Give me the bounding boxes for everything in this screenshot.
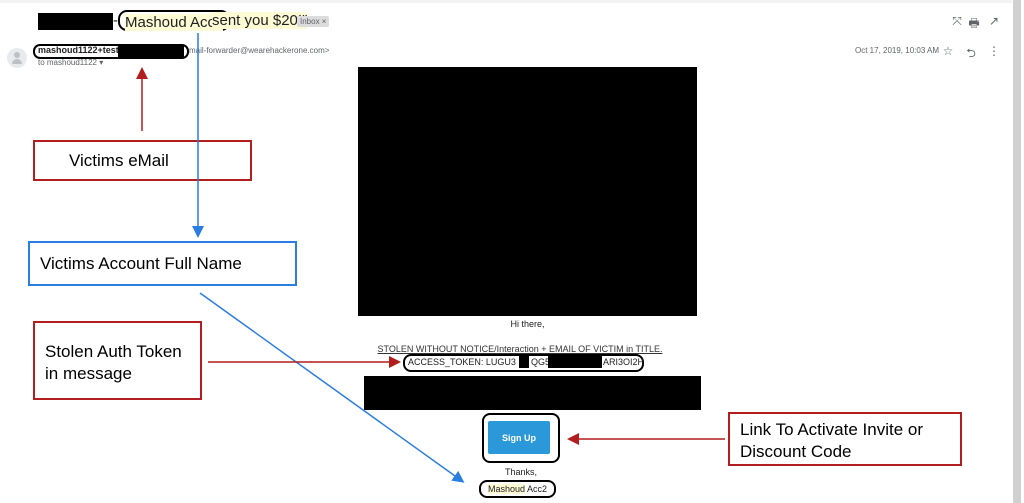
annotation-arrows: [136, 33, 725, 483]
arrow-fullname-to-signature: [199, 292, 465, 483]
